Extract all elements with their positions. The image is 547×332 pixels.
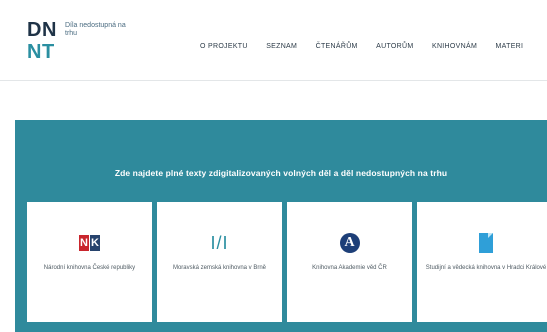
nav-autorum[interactable]: AUTORŮM	[376, 40, 413, 54]
library-card-label: Knihovna Akademie věd ČR	[312, 265, 387, 271]
header: DN NT Díla nedostupná na trhu O PROJEKTU…	[0, 0, 547, 80]
logo-nt: NT	[27, 41, 55, 63]
nav-knihovnam[interactable]: KNIHOVNÁM	[432, 40, 477, 54]
hero-title: Zde najdete plné texty zdigitalizovaných…	[114, 168, 448, 178]
library-card-mzk[interactable]: I/I Moravská zemská knihovna v Brně	[157, 202, 282, 322]
nav-seznam[interactable]: SEZNAM	[266, 40, 297, 54]
main-nav: O PROJEKTU SEZNAM ČTENÁŘŮM AUTORŮM KNIHO…	[200, 35, 537, 50]
library-card-label: Studijní a vědecká knihovna v Hradci Krá…	[425, 265, 547, 271]
nav-o-projektu[interactable]: O PROJEKTU	[200, 40, 248, 54]
nav-ctenarum[interactable]: ČTENÁŘŮM	[316, 40, 358, 54]
site-logo[interactable]: DN NT Díla nedostupná na trhu	[27, 20, 147, 70]
mzk-logo-icon: I/I	[210, 233, 229, 253]
library-card-label: Moravská zemská knihovna v Brně	[172, 265, 267, 271]
library-card-label: Národní knihovna České republiky	[43, 265, 136, 271]
hero-section: Zde najdete plné texty zdigitalizovaných…	[15, 120, 547, 332]
logo-dn: DN	[27, 19, 57, 41]
svk-logo-icon	[417, 232, 547, 254]
library-card-knav[interactable]: A Knihovna Akademie věd ČR	[287, 202, 412, 322]
library-card-svkhk[interactable]: Studijní a vědecká knihovna v Hradci Krá…	[417, 202, 547, 322]
library-cards: NK Národní knihovna České republiky I/I …	[27, 202, 547, 322]
header-divider	[0, 80, 547, 81]
nav-materialy[interactable]: MATERI	[496, 40, 524, 54]
logo-tagline: Díla nedostupná na trhu	[65, 22, 126, 37]
library-card-nk[interactable]: NK Národní knihovna České republiky	[27, 202, 152, 322]
academy-logo-icon: A	[287, 232, 412, 254]
nk-logo-icon: NK	[79, 235, 100, 251]
